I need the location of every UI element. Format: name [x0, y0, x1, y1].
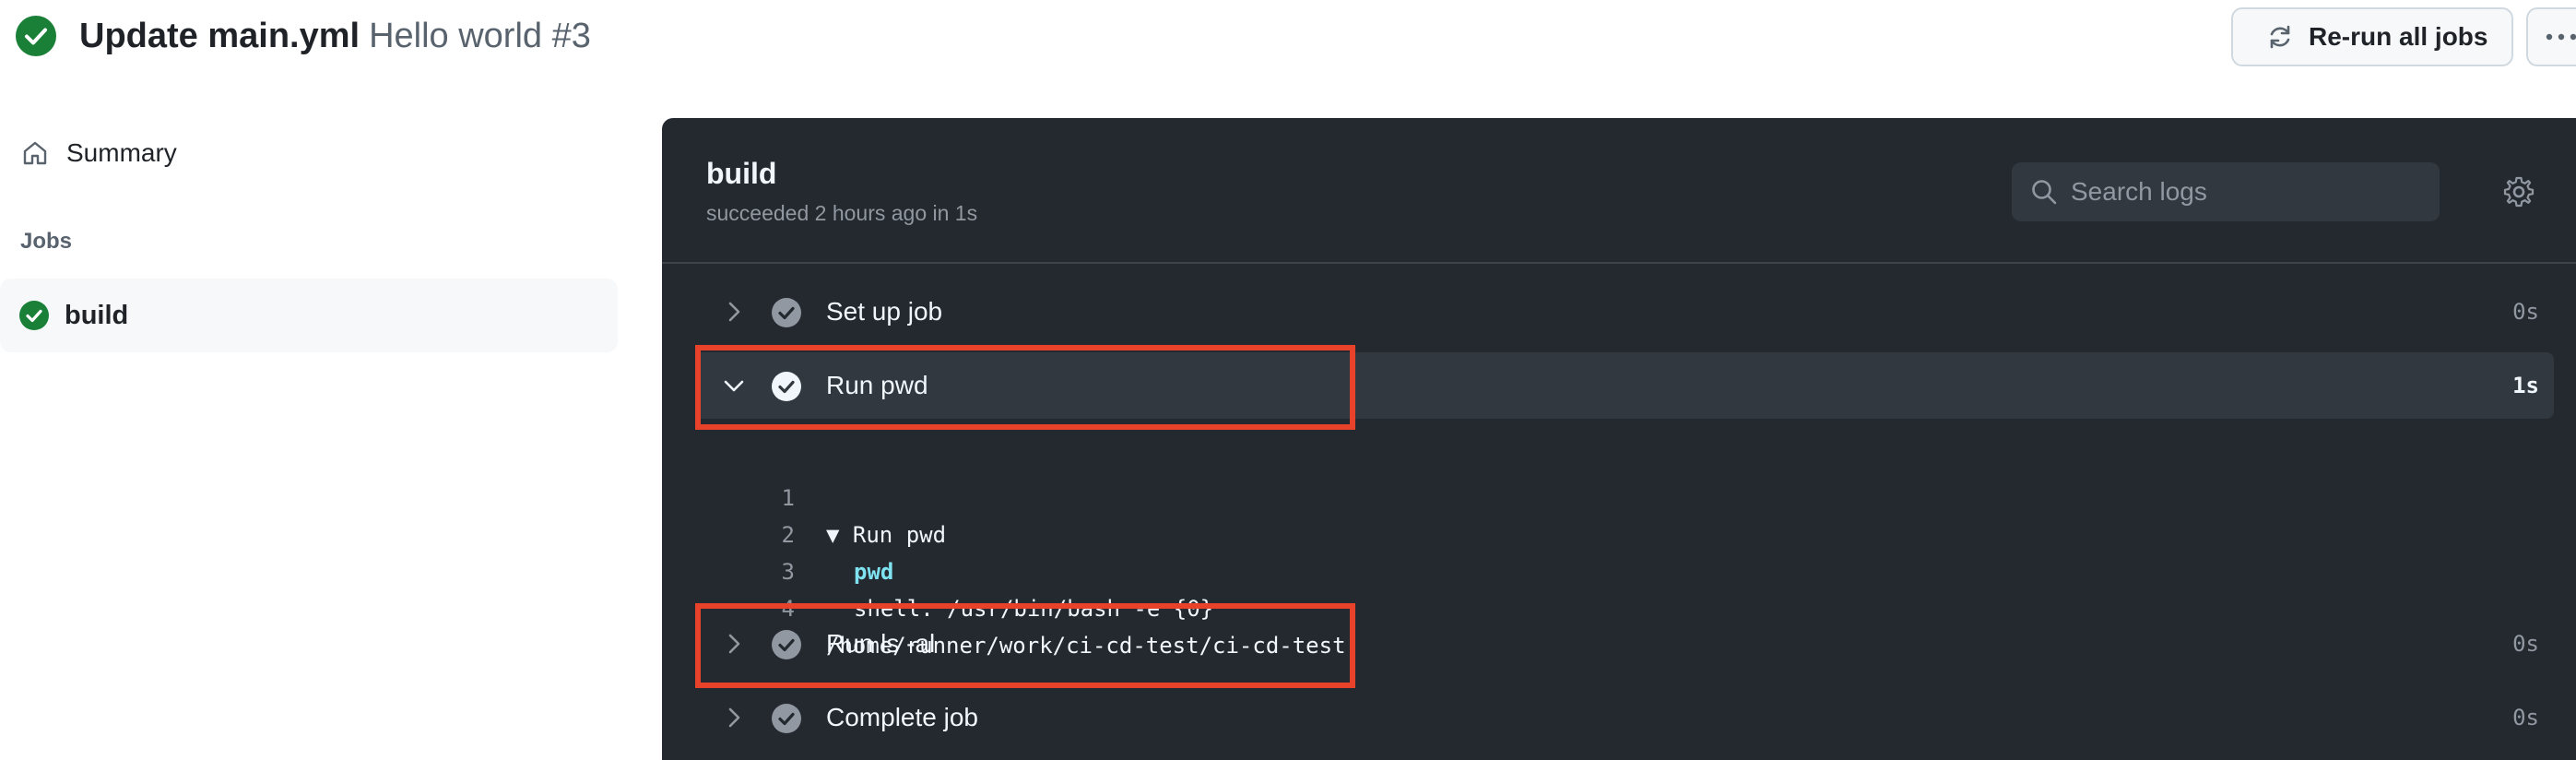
step-duration: 0s [2512, 631, 2539, 657]
run-header: Update main.yml Hello world #3 Re-run all… [0, 0, 2576, 74]
chevron-right-icon [728, 302, 740, 322]
sidebar-item-summary[interactable]: Summary [0, 127, 618, 179]
gear-icon[interactable] [2502, 175, 2535, 208]
step-name: Set up job [826, 297, 943, 326]
run-subtitle: Hello world #3 [369, 17, 591, 55]
home-icon [23, 141, 47, 165]
step-name: Run ls -al [826, 629, 936, 658]
step-name: Run pwd [826, 371, 928, 399]
chevron-right-icon [728, 634, 740, 654]
job-meta: succeeded 2 hours ago in 1s [706, 201, 978, 225]
chevron-down-icon [724, 380, 744, 392]
log-line[interactable]: 1 ▼ Run pwd [695, 443, 2554, 548]
rerun-all-jobs-button[interactable]: Re-run all jobs [2231, 7, 2513, 66]
log-line[interactable]: 2 pwd [695, 480, 2554, 585]
step-duration: 0s [2512, 705, 2539, 730]
chevron-right-icon [728, 707, 740, 728]
page-title: Update main.yml Hello world #3 [79, 13, 591, 59]
summary-label: Summary [66, 138, 177, 167]
log-header: build succeeded 2 hours ago in 1s [662, 118, 2576, 264]
step-set-up-job[interactable]: Set up job 0s [695, 279, 2554, 345]
run-title: Update main.yml [79, 17, 360, 55]
more-options-button[interactable] [2526, 7, 2576, 66]
check-circle-fill-icon [16, 16, 56, 56]
job-title: build [706, 157, 777, 190]
sync-icon [2270, 25, 2290, 49]
search-icon [2032, 180, 2057, 205]
jobs-heading: Jobs [20, 229, 73, 254]
step-duration: 1s [2512, 373, 2539, 398]
sidebar-job-build[interactable]: build [0, 279, 618, 352]
search-logs-box[interactable] [2012, 162, 2440, 221]
step-run-ls[interactable]: Run ls -al 0s [695, 611, 2554, 677]
rerun-label: Re-run all jobs [2309, 22, 2488, 51]
job-log-panel: build succeeded 2 hours ago in 1s Set up… [662, 118, 2576, 760]
search-logs-input[interactable] [2071, 177, 2421, 207]
check-circle-icon [772, 372, 801, 401]
check-circle-icon [772, 704, 801, 733]
log-line[interactable]: 4 /home/runner/work/ci-cd-test/ci-cd-tes… [695, 553, 2554, 659]
kebab-horizontal-icon [2546, 33, 2576, 41]
step-duration: 0s [2512, 299, 2539, 325]
job-label: build [65, 300, 129, 330]
step-name: Complete job [826, 703, 978, 731]
step-complete-job[interactable]: Complete job 0s [695, 684, 2554, 751]
step-run-pwd[interactable]: Run pwd 1s [695, 352, 2554, 419]
log-lines: 1 ▼ Run pwd 2 pwd 3 shell: /usr/bin/bash… [695, 443, 2554, 659]
log-line[interactable]: 3 shell: /usr/bin/bash -e {0} [695, 517, 2554, 622]
check-circle-icon [772, 630, 801, 659]
check-circle-icon [772, 298, 801, 327]
check-circle-fill-icon [19, 301, 49, 330]
